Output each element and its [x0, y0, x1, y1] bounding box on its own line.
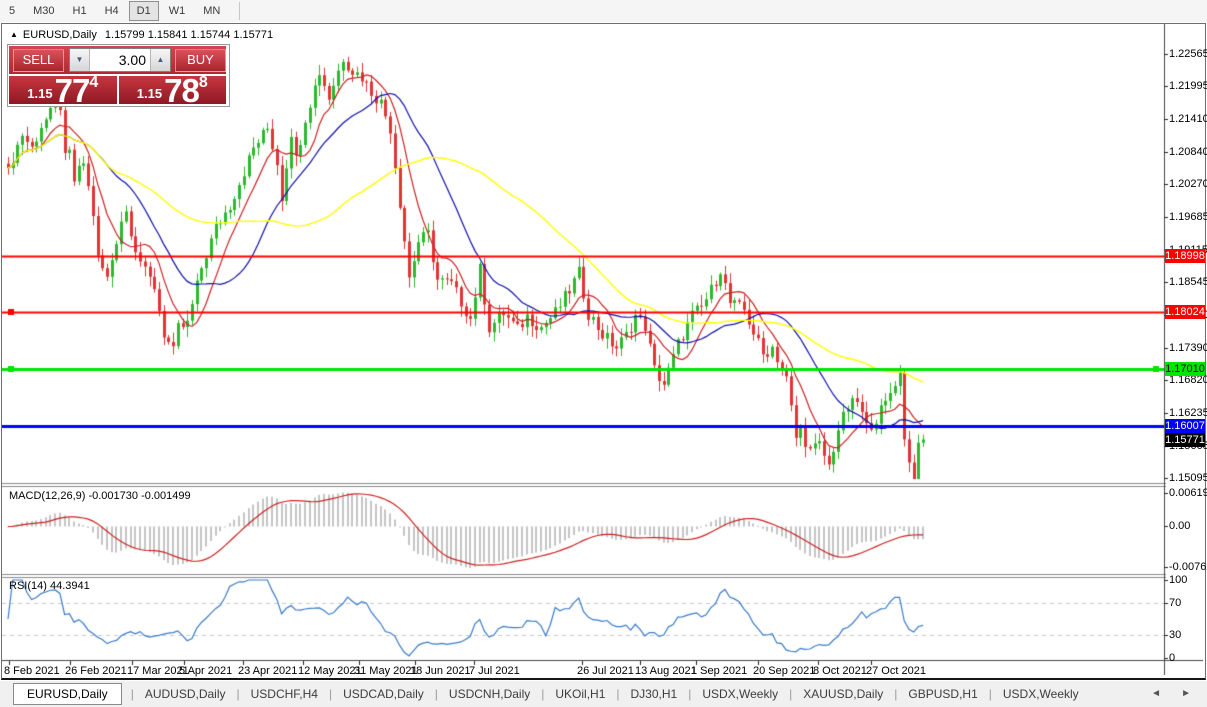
price-tick-label: 1.19685	[1169, 211, 1207, 223]
timeframe-button-d1[interactable]: D1	[129, 1, 159, 21]
tab-gbpusd-h1[interactable]: GBPUSD,H1	[906, 683, 979, 705]
rsi-tick-label: 30	[1169, 629, 1181, 641]
tab-separator: |	[541, 687, 544, 701]
trade-panel-prices: 1.15 77 4 1.15 78 8	[9, 76, 226, 104]
tabs-scroll-right-icon[interactable]: ►	[1181, 688, 1191, 699]
volume-increase-button[interactable]: ▲	[150, 49, 170, 71]
tabs-scroll-left-icon[interactable]: ◄	[1151, 688, 1161, 699]
tab-audusd-daily[interactable]: AUDUSD,Daily	[143, 683, 228, 705]
tab-xauusd-daily[interactable]: XAUUSD,Daily	[801, 683, 885, 705]
macd-tick-label: 0.006193	[1169, 487, 1207, 499]
date-label: 26 Jul 2021	[577, 665, 634, 677]
volume-stepper: ▼ ▲	[69, 48, 171, 72]
price-tick-label: 1.21410	[1169, 113, 1207, 125]
price-tick-label: 1.16235	[1169, 407, 1207, 419]
hline-price-badge: 1.16007	[1165, 419, 1205, 433]
buy-price-base: 1.15	[137, 86, 162, 101]
hline-price-badge: 1.18024	[1165, 305, 1205, 319]
chart-title: ▲ EURUSD,Daily 1.15799 1.15841 1.15744 1.1…	[10, 29, 273, 41]
date-label: 23 Apr 2021	[238, 665, 297, 677]
price-tick-label: 1.18545	[1169, 276, 1207, 288]
timeframe-button-m30[interactable]: M30	[25, 1, 62, 21]
chart-canvas[interactable]	[2, 24, 1203, 675]
tab-ukoil-h1[interactable]: UKOil,H1	[553, 683, 607, 705]
price-tick-label: 1.22565	[1169, 48, 1207, 60]
tab-separator: |	[131, 687, 134, 701]
tab-separator: |	[989, 687, 992, 701]
tab-usdx-weekly[interactable]: USDX,Weekly	[700, 683, 780, 705]
date-label: 7 Jul 2021	[469, 665, 520, 677]
price-tick-label: 1.21995	[1169, 80, 1207, 92]
chart-window: ▲ EURUSD,Daily 1.15799 1.15841 1.15744 1.1…	[1, 23, 1206, 680]
sell-price-big: 77	[55, 78, 90, 104]
date-label: 27 Oct 2021	[866, 665, 926, 677]
rsi-tick-label: 70	[1169, 597, 1181, 609]
date-label: 5 Apr 2021	[179, 665, 232, 677]
sell-price-display: 1.15 77 4	[9, 76, 117, 104]
chart-ohlc-values: 1.15799 1.15841 1.15744 1.15771	[105, 29, 273, 41]
toolbar-separator	[239, 2, 240, 20]
rsi-label: RSI(14) 44.3941	[9, 580, 90, 592]
price-tick-label: 1.20270	[1169, 178, 1207, 190]
tab-separator: |	[894, 687, 897, 701]
tab-eurusd-daily[interactable]: EURUSD,Daily	[13, 683, 122, 705]
price-tick-label: 1.20840	[1169, 146, 1207, 158]
tab-usdx-weekly[interactable]: USDX,Weekly	[1001, 683, 1081, 705]
hline-price-badge: 1.17010	[1165, 362, 1205, 376]
current-price-badge: 1.15771	[1165, 433, 1205, 447]
date-label: 18 Jun 2021	[410, 665, 471, 677]
tab-usdchf-h4[interactable]: USDCHF,H4	[249, 683, 320, 705]
trade-panel-top-row: SELL ▼ ▲ BUY	[9, 46, 226, 74]
macd-label: MACD(12,26,9) -0.001730 -0.001499	[9, 490, 191, 502]
date-label: 8 Oct 2021	[813, 665, 867, 677]
timeframe-button-h1[interactable]: H1	[65, 1, 95, 21]
chart-symbol: EURUSD,Daily	[23, 29, 97, 41]
date-label: 20 Sep 2021	[753, 665, 815, 677]
sell-button[interactable]: SELL	[13, 49, 64, 72]
date-label: 8 Feb 2021	[4, 665, 60, 677]
timeframe-button-mn[interactable]: MN	[195, 1, 228, 21]
tab-dj30-h1[interactable]: DJ30,H1	[629, 683, 680, 705]
timeframe-toolbar: 5M30H1H4D1W1MN	[0, 0, 1207, 22]
date-label: 31 May 2021	[354, 665, 418, 677]
tab-separator: |	[789, 687, 792, 701]
buy-price-big: 78	[164, 78, 199, 104]
tab-separator: |	[329, 687, 332, 701]
timeframe-button-5[interactable]: 5	[1, 1, 23, 21]
timeframe-button-h4[interactable]: H4	[97, 1, 127, 21]
volume-decrease-button[interactable]: ▼	[70, 49, 90, 71]
buy-button[interactable]: BUY	[175, 49, 226, 72]
tab-separator: |	[688, 687, 691, 701]
rsi-tick-label: 100	[1169, 574, 1187, 586]
date-label: 13 Aug 2021	[635, 665, 697, 677]
price-tick-label: 1.15095	[1169, 472, 1207, 484]
macd-tick-label: -0.007621	[1169, 561, 1207, 573]
collapse-triangle-icon[interactable]: ▲	[10, 30, 18, 39]
rsi-tick-label: 0	[1169, 652, 1175, 664]
one-click-trading-panel: SELL ▼ ▲ BUY 1.15 77 4 1.15 78 8	[7, 44, 230, 107]
date-label: 26 Feb 2021	[65, 665, 127, 677]
tab-separator: |	[616, 687, 619, 701]
buy-price-display: 1.15 78 8	[119, 76, 227, 104]
sell-price-sup: 4	[89, 74, 98, 92]
date-label: 1 Sep 2021	[691, 665, 747, 677]
date-label: 12 May 2021	[298, 665, 362, 677]
volume-input[interactable]	[90, 49, 150, 71]
tab-usdcad-daily[interactable]: USDCAD,Daily	[341, 683, 426, 705]
chart-tab-bar: ◄ ► EURUSD,Daily | AUDUSD,Daily | USDCHF,H4 |…	[0, 681, 1207, 707]
price-tick-label: 1.17390	[1169, 342, 1207, 354]
timeframe-button-w1[interactable]: W1	[161, 1, 194, 21]
tab-usdcnh-daily[interactable]: USDCNH,Daily	[447, 683, 532, 705]
macd-tick-label: 0.00	[1169, 520, 1190, 532]
tab-separator: |	[435, 687, 438, 701]
buy-price-sup: 8	[199, 74, 208, 92]
sell-price-base: 1.15	[27, 86, 52, 101]
tab-separator: |	[237, 687, 240, 701]
hline-price-badge: 1.18998	[1165, 249, 1205, 263]
